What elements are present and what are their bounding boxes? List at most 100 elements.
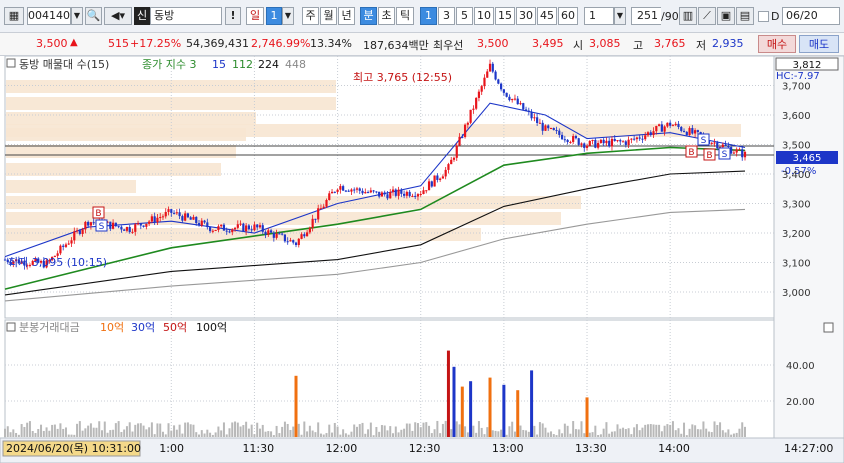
- candle-body: [253, 224, 256, 231]
- candle-body: [325, 199, 328, 207]
- volume-bar: [685, 435, 688, 437]
- count-dropdown-icon[interactable]: ▼: [614, 7, 626, 25]
- minute-step-5[interactable]: 5: [456, 7, 473, 25]
- candle-body: [433, 175, 436, 187]
- price-tick-label: 3,400: [782, 170, 811, 181]
- indicator-icon[interactable]: ▥: [679, 7, 697, 25]
- price-tick-label: 3,300: [782, 200, 811, 211]
- candle-body: [330, 191, 334, 194]
- stock-code-input[interactable]: 004140: [27, 7, 71, 25]
- volume-bar: [638, 430, 641, 437]
- volume-bar: [347, 434, 350, 437]
- volume-bar: [178, 424, 181, 437]
- candle-body: [397, 189, 400, 196]
- stock-name-field[interactable]: 동방: [150, 7, 222, 25]
- count-field[interactable]: 1: [584, 7, 614, 25]
- candle-body: [505, 92, 508, 97]
- best-ask: 3,500: [477, 37, 509, 50]
- candle-body: [583, 143, 586, 148]
- minute-step-10[interactable]: 10: [474, 7, 494, 25]
- volume-bar: [666, 424, 669, 437]
- volume-bar: [419, 427, 422, 437]
- minute-step-3[interactable]: 3: [438, 7, 455, 25]
- sell-button[interactable]: 매도: [799, 35, 839, 53]
- alert-button[interactable]: !: [225, 7, 241, 25]
- volume-bar: [131, 431, 134, 437]
- best-bid: 3,495: [532, 37, 564, 50]
- volume-bar: [170, 430, 173, 437]
- candle-body: [610, 138, 614, 147]
- minute-step-45[interactable]: 45: [537, 7, 557, 25]
- volume-bar: [425, 422, 428, 437]
- candle-body: [735, 149, 738, 153]
- candle-body: [541, 122, 544, 131]
- trend-icon[interactable]: ⟋: [698, 7, 716, 25]
- volume-bar: [156, 423, 159, 437]
- search-icon[interactable]: 🔍: [85, 7, 102, 25]
- volume-bar: [112, 429, 115, 437]
- volume-bar: [37, 429, 40, 437]
- period-tab-week[interactable]: 주: [302, 7, 319, 25]
- candle-body: [657, 124, 661, 126]
- date-field[interactable]: 06/20: [782, 7, 840, 25]
- volume-bar: [588, 432, 591, 437]
- volume-bar: [577, 429, 580, 437]
- minute-step-1[interactable]: 1: [420, 7, 437, 25]
- period-num-field[interactable]: 1: [266, 7, 282, 25]
- candle-body: [317, 208, 320, 220]
- candle-body: [236, 224, 239, 228]
- chart-canvas[interactable]: B S S B B S 동방 매물대 수(15) 종가 지수 3 15 112 …: [0, 56, 844, 463]
- low-label: 저: [696, 39, 707, 52]
- candle-body: [311, 218, 314, 228]
- date-checkbox[interactable]: [758, 11, 769, 22]
- volume-bar: [4, 428, 6, 437]
- save-icon[interactable]: ▣: [717, 7, 735, 25]
- volume-bar: [76, 423, 79, 437]
- period-tab-second[interactable]: 초: [378, 7, 395, 25]
- candle-body: [281, 233, 284, 235]
- candle-body: [245, 225, 248, 232]
- price-tick-label: 3,200: [782, 229, 811, 240]
- period-tab-tick[interactable]: 틱: [396, 7, 414, 25]
- volume-bar: [541, 423, 544, 437]
- code-dropdown-icon[interactable]: ▼: [71, 7, 83, 25]
- minute-step-15[interactable]: 15: [495, 7, 515, 25]
- chart-menu-icon[interactable]: ▦: [4, 7, 24, 25]
- sound-icon[interactable]: ◀▾: [104, 7, 132, 25]
- candle-body: [322, 206, 325, 209]
- volume-profile-bar: [6, 196, 581, 209]
- legend-toggle-icon[interactable]: [6, 58, 16, 68]
- volume-pane-maximize-icon[interactable]: [823, 322, 834, 333]
- period-dropdown-icon[interactable]: ▼: [282, 7, 294, 25]
- volume-bar: [616, 424, 619, 437]
- candle-body: [391, 189, 395, 193]
- sell-signal: S: [95, 219, 108, 232]
- volume-bar: [236, 422, 239, 437]
- print-icon[interactable]: ▤: [736, 7, 754, 25]
- candle-body: [256, 224, 259, 228]
- volume-bar: [416, 423, 419, 437]
- period-tab-year[interactable]: 년: [338, 7, 355, 25]
- volume-bar: [694, 425, 697, 437]
- buy-button[interactable]: 매수: [758, 35, 796, 53]
- volume-bar: [173, 425, 176, 437]
- volume-bar: [649, 424, 652, 437]
- candle-body: [109, 221, 112, 229]
- volume-legend-toggle-icon[interactable]: [6, 322, 16, 332]
- period-tab-minute[interactable]: 분: [360, 7, 377, 25]
- range-field[interactable]: 251: [631, 7, 661, 25]
- period-tab-month[interactable]: 월: [320, 7, 337, 25]
- candle-body: [644, 135, 647, 140]
- candle-body: [208, 227, 212, 232]
- volume-bar: [619, 428, 622, 437]
- volume-bar: [292, 426, 295, 437]
- volume-bar: [303, 421, 306, 437]
- volume-bar-highlight: [294, 375, 298, 437]
- volume-bar: [231, 422, 234, 437]
- candle-body: [261, 225, 264, 232]
- period-day-tab[interactable]: 일: [246, 7, 264, 25]
- minute-step-60[interactable]: 60: [558, 7, 578, 25]
- candle-body: [621, 141, 625, 143]
- volume-bar: [114, 423, 117, 437]
- minute-step-30[interactable]: 30: [516, 7, 536, 25]
